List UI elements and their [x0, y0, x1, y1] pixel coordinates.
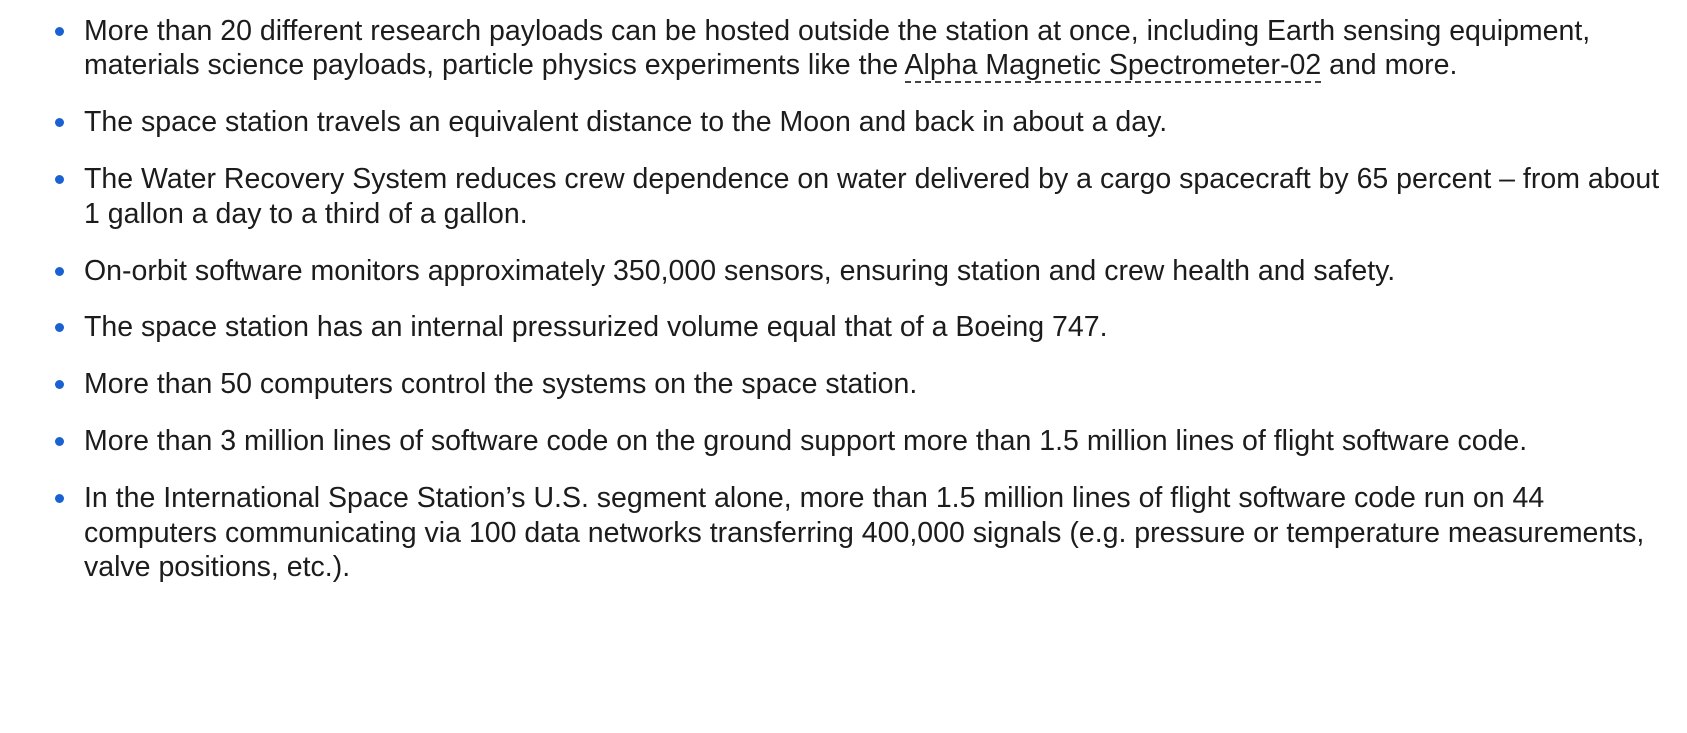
bullet-icon — [55, 118, 64, 128]
fact-text: The space station has an internal pressu… — [84, 311, 1108, 344]
fact-item-flight-code: In the International Space Station’s U.S… — [0, 481, 1687, 584]
bullet-icon — [55, 437, 64, 447]
fact-item-sensors: On-orbit software monitors approximately… — [0, 254, 1687, 288]
fact-text-tail: and more. — [1321, 49, 1458, 82]
bullet-icon — [55, 380, 64, 390]
fact-item-volume: The space station has an internal pressu… — [0, 310, 1687, 344]
fact-text: The Water Recovery System reduces crew d… — [84, 163, 1660, 230]
bullet-icon — [55, 175, 64, 185]
fact-item-ground-code: More than 3 million lines of software co… — [0, 424, 1687, 458]
bullet-icon — [55, 494, 64, 504]
fact-item-water-recovery: The Water Recovery System reduces crew d… — [0, 162, 1687, 231]
fact-text: More than 3 million lines of software co… — [84, 425, 1528, 458]
fact-item-computers: More than 50 computers control the syste… — [0, 367, 1687, 401]
bullet-icon — [55, 266, 64, 276]
fact-text: In the International Space Station’s U.S… — [84, 482, 1645, 583]
bullet-icon — [55, 323, 64, 333]
alpha-magnetic-spectrometer-link[interactable]: Alpha Magnetic Spectrometer-02 — [904, 49, 1322, 84]
fact-text: The space station travels an equivalent … — [84, 106, 1168, 139]
fact-item-distance: The space station travels an equivalent … — [0, 105, 1687, 139]
bullet-icon — [55, 27, 64, 36]
fact-list: More than 20 different research payloads… — [0, 0, 1687, 584]
fact-text: On-orbit software monitors approximately… — [84, 254, 1396, 287]
fact-item-payloads: More than 20 different research payloads… — [0, 14, 1687, 84]
fact-text: More than 50 computers control the syste… — [84, 368, 918, 401]
